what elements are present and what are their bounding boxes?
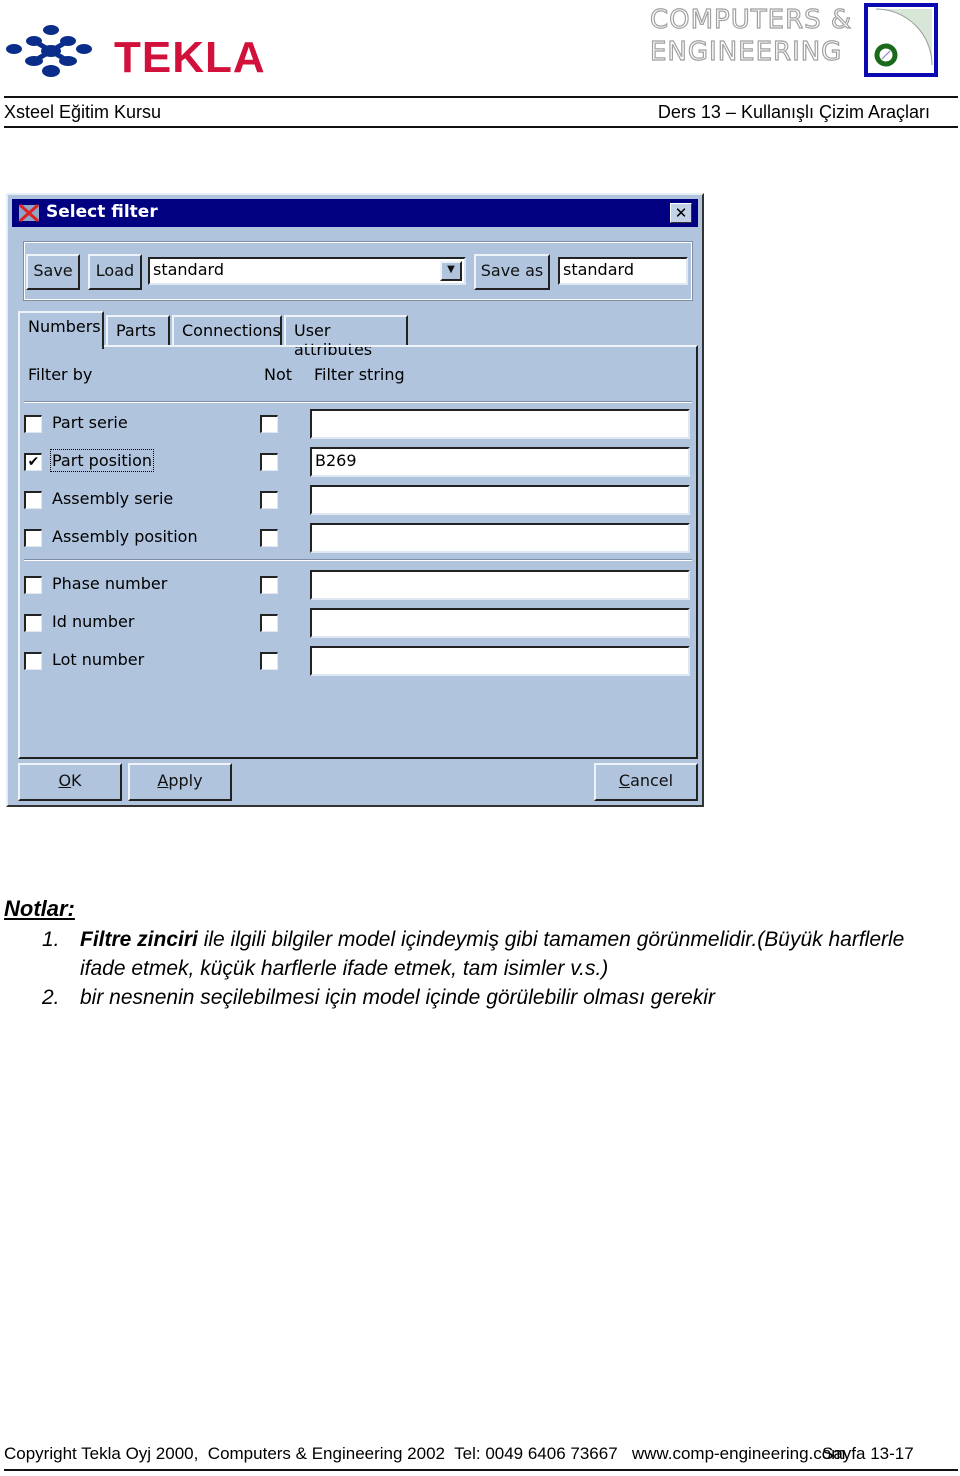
dialog-title: Select filter — [46, 202, 158, 222]
header-separator — [24, 401, 692, 403]
apply-label: pply — [168, 771, 203, 790]
cancel-label: ancel — [630, 771, 674, 790]
tab-parts[interactable]: Parts — [106, 315, 170, 347]
id-number-input[interactable] — [310, 608, 690, 638]
ce-brand-line1: COMPUTERS & — [649, 4, 853, 35]
close-button[interactable]: ✕ — [670, 203, 692, 223]
close-icon: ✕ — [674, 204, 688, 222]
part-serie-not-checkbox[interactable] — [260, 415, 278, 433]
assembly-position-label: Assembly position — [52, 527, 198, 546]
assembly-position-input[interactable] — [310, 523, 690, 553]
part-position-input[interactable]: B269 — [310, 447, 690, 477]
notes-title: Notlar: — [4, 896, 75, 921]
tekla-logo-icon — [6, 25, 92, 77]
dialog-titlebar[interactable]: Select filter ✕ — [12, 199, 698, 227]
part-position-not-checkbox[interactable] — [260, 453, 278, 471]
phase-number-label: Phase number — [52, 574, 168, 593]
app-icon — [19, 203, 39, 223]
footer-divider — [4, 1469, 958, 1471]
phase-number-not-checkbox[interactable] — [260, 576, 278, 594]
note-text: bir nesnenin seçilebilmesi için model iç… — [80, 986, 715, 1009]
part-position-checkbox[interactable]: ✔ — [24, 453, 42, 471]
tekla-brand: TEKLA — [114, 33, 266, 82]
note-text: Filtre zinciri ile ilgili bilgiler model… — [80, 925, 950, 983]
phase-number-checkbox[interactable] — [24, 576, 42, 594]
chevron-down-icon[interactable]: ▼ — [440, 261, 462, 281]
lesson-title: Ders 13 – Kullanışlı Çizim Araçları — [657, 102, 930, 122]
note-item: 1. Filtre zinciri ile ilgili bilgiler mo… — [42, 925, 942, 985]
ok-button[interactable]: OK — [18, 763, 122, 801]
assembly-serie-input[interactable] — [310, 485, 690, 515]
select-filter-dialog: Select filter ✕ Save Load standard ▼ Sav… — [6, 193, 704, 807]
note-body: ile ilgili bilgiler model içindeymiş gib… — [80, 928, 905, 980]
apply-accel: A — [157, 771, 169, 790]
ce-logo-icon — [864, 3, 938, 77]
part-serie-input[interactable] — [310, 409, 690, 439]
assembly-position-not-checkbox[interactable] — [260, 529, 278, 547]
save-button[interactable]: Save — [26, 254, 80, 290]
ce-brand: COMPUTERS & ENGINEERING — [649, 4, 860, 68]
part-serie-label: Part serie — [52, 413, 128, 432]
note-number: 1. — [42, 928, 60, 951]
tab-connections[interactable]: Connections — [172, 315, 282, 347]
page-number: Sayfa 13-17 — [822, 1444, 914, 1463]
filter-by-header: Filter by — [28, 365, 93, 384]
lot-number-input[interactable] — [310, 646, 690, 676]
note-number: 2. — [42, 986, 60, 1009]
ok-label: K — [71, 771, 82, 790]
part-position-label: Part position — [49, 449, 155, 472]
cancel-button[interactable]: Cancel — [594, 763, 698, 801]
not-header: Not — [264, 365, 293, 384]
part-serie-checkbox[interactable] — [24, 415, 42, 433]
header-divider — [4, 126, 958, 128]
footer-text: Copyright Tekla Oyj 2000, Computers & En… — [4, 1444, 846, 1463]
tab-numbers[interactable]: Numbers — [18, 311, 104, 349]
cancel-accel: C — [618, 771, 631, 790]
header-divider — [4, 96, 958, 98]
assembly-serie-label: Assembly serie — [52, 489, 174, 508]
filter-select[interactable]: standard ▼ — [148, 257, 466, 285]
ce-brand-line2: ENGINEERING — [649, 36, 843, 67]
id-number-not-checkbox[interactable] — [260, 614, 278, 632]
note-bold: Filtre zinciri — [80, 928, 198, 951]
course-title: Xsteel Eğitim Kursu — [4, 102, 162, 122]
group-separator — [24, 559, 692, 561]
id-number-label: Id number — [52, 612, 135, 631]
lot-number-not-checkbox[interactable] — [260, 652, 278, 670]
apply-button[interactable]: Apply — [128, 763, 232, 801]
assembly-position-checkbox[interactable] — [24, 529, 42, 547]
lot-number-checkbox[interactable] — [24, 652, 42, 670]
note-item: 2. bir nesnenin seçilebilmesi için model… — [42, 983, 942, 1013]
tab-user-attributes[interactable]: User attributes — [284, 315, 408, 359]
save-as-input[interactable]: standard — [558, 257, 688, 285]
assembly-serie-checkbox[interactable] — [24, 491, 42, 509]
id-number-checkbox[interactable] — [24, 614, 42, 632]
save-as-button[interactable]: Save as — [474, 254, 550, 290]
load-button[interactable]: Load — [88, 254, 142, 290]
filter-string-header: Filter string — [314, 365, 405, 384]
ok-accel: O — [58, 771, 72, 790]
filter-select-value: standard — [153, 260, 224, 279]
lot-number-label: Lot number — [52, 650, 145, 669]
phase-number-input[interactable] — [310, 570, 690, 600]
assembly-serie-not-checkbox[interactable] — [260, 491, 278, 509]
